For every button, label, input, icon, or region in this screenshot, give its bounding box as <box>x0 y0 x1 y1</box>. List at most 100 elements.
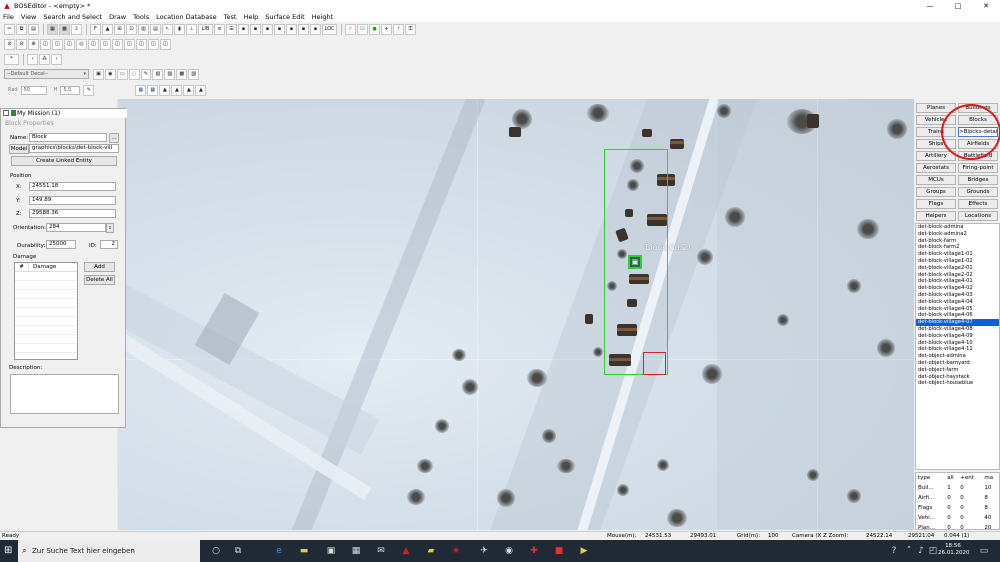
tool-icon-11[interactable]: ◫ <box>124 38 135 50</box>
name-input[interactable]: Block <box>29 133 107 142</box>
object-list-item[interactable]: det-block-village4-04 <box>916 299 999 306</box>
star-app-icon[interactable]: ★ <box>450 545 462 557</box>
object-list[interactable]: det-block-admina det-block-admina2 det-blo… <box>915 223 1000 470</box>
tool-icon-12[interactable]: ◫ <box>136 38 147 50</box>
category-effects[interactable]: Effects <box>958 199 998 209</box>
menu-file[interactable]: File <box>3 13 14 21</box>
menu-location-database[interactable]: Location Database <box>156 13 217 21</box>
pen-icon[interactable]: ✎ <box>83 84 95 96</box>
windows-start-icon[interactable]: ⊞ <box>4 545 16 557</box>
menu-surface-edit[interactable]: Surface Edit <box>265 13 304 21</box>
tool-icon-2[interactable]: ⊘ <box>16 38 27 50</box>
decal-icon-1[interactable]: ▣ <box>93 68 104 80</box>
task-view-icon[interactable]: ○ <box>210 545 222 557</box>
category-airfields[interactable]: Airfields <box>958 139 998 149</box>
category-bridges[interactable]: Bridges <box>958 175 998 185</box>
durability-input[interactable]: 25000 <box>46 240 76 249</box>
task-view-icon-2[interactable]: ⧉ <box>232 545 244 557</box>
menu-view[interactable]: View <box>21 13 36 21</box>
layers-icon[interactable]: ≡ <box>214 23 225 35</box>
file-explorer-icon[interactable]: ▬ <box>298 545 310 557</box>
list-icon[interactable]: ☰ <box>226 23 237 35</box>
height-icon-1[interactable]: ▦ <box>135 84 147 96</box>
brush-icon[interactable]: ✎ <box>140 68 152 80</box>
object-list-item[interactable]: det-block-village4-08 <box>916 326 999 333</box>
category-blocks[interactable]: Blocks <box>958 115 998 125</box>
rows-icon[interactable]: ▤ <box>150 23 161 35</box>
mcu-icon-1[interactable]: ▪ <box>238 23 249 35</box>
object-list-item[interactable]: det-block-village4-10 <box>916 340 999 347</box>
model-button[interactable]: Model <box>9 144 29 154</box>
object-list-item[interactable]: det-object-barnyard <box>916 360 999 367</box>
rad-input[interactable]: 50 <box>20 85 47 95</box>
key-icon[interactable]: ⚿ <box>405 23 416 35</box>
chevron-up-icon[interactable]: ˄ <box>903 545 915 557</box>
terrain-icon[interactable]: ▲ <box>102 23 113 35</box>
create-linked-entity-button[interactable]: Create Linked Entity <box>11 156 117 166</box>
menu-test[interactable]: Test <box>224 13 237 21</box>
delete-all-button[interactable]: Delete All <box>84 275 115 285</box>
map-viewport[interactable]: Block (Id:2) ▣ <box>117 99 914 530</box>
check-icon[interactable]: ✓ <box>345 23 356 35</box>
loc-button[interactable]: LOC <box>322 23 337 35</box>
decal-select[interactable]: --Default Decal-- <box>4 69 89 79</box>
mcu-icon-3[interactable]: ▪ <box>262 23 273 35</box>
font-icon[interactable]: F <box>90 23 101 35</box>
object-list-item[interactable]: det-block-village4-06 <box>916 312 999 319</box>
edge-icon[interactable]: e <box>273 545 285 557</box>
mcu-icon-4[interactable]: ▪ <box>274 23 285 35</box>
map-icon[interactable]: ▦ <box>47 23 58 35</box>
category-blocks-detail[interactable]: >Blocks-detail< <box>958 127 998 137</box>
decal-icon-6[interactable]: ▨ <box>164 68 176 80</box>
plus-icon[interactable]: + <box>381 23 392 35</box>
category-flags[interactable]: Flags <box>916 199 956 209</box>
tool-icon-8[interactable]: ◫ <box>88 38 99 50</box>
orientation-input[interactable]: 284 <box>46 223 106 232</box>
tool-icon-4[interactable]: ◫ <box>40 38 51 50</box>
tool-icon-14[interactable]: ◫ <box>160 38 171 50</box>
lock-icon[interactable]: ▮ <box>174 23 185 35</box>
object-list-item[interactable]: det-block-village1-02 <box>916 258 999 265</box>
app-icon-13[interactable]: ■ <box>553 545 565 557</box>
copy-icon[interactable]: ⧉ <box>16 23 27 35</box>
all-icon[interactable]: ⁂ <box>39 53 50 65</box>
name-browse-button[interactable]: … <box>109 133 119 143</box>
object-list-item[interactable]: det-block-village4-03 <box>916 292 999 299</box>
columns-icon[interactable]: ▥ <box>138 23 149 35</box>
height-icon-3[interactable]: ▲ <box>159 84 171 96</box>
decal-icon-7[interactable]: ▩ <box>176 68 188 80</box>
cut-icon[interactable]: ✂ <box>4 23 15 35</box>
app-icon-4[interactable]: ▦ <box>350 545 362 557</box>
object-list-item[interactable]: det-block-village2-02 <box>916 272 999 279</box>
pointer-icon[interactable]: ↖ <box>162 23 173 35</box>
mcu-icon-7[interactable]: ▪ <box>310 23 321 35</box>
lib-button[interactable]: LIB <box>198 23 213 35</box>
object-list-item[interactable]: det-object-haystack <box>916 374 999 381</box>
object-list-item[interactable]: det-block-village4-07 <box>916 319 999 326</box>
object-list-item[interactable]: det-block-village4-01 <box>916 278 999 285</box>
expand-box-icon[interactable] <box>3 110 9 116</box>
category-firing-point[interactable]: Firing-point <box>958 163 998 173</box>
mcu-icon-6[interactable]: ▪ <box>298 23 309 35</box>
object-list-item[interactable]: det-block-village2-01 <box>916 265 999 272</box>
tool-icon-7[interactable]: ◎ <box>76 38 87 50</box>
y-input[interactable]: 149.89 <box>29 196 116 205</box>
back-icon[interactable]: ‹ <box>27 53 38 65</box>
category-artillery[interactable]: Artillery <box>916 151 956 161</box>
x-input[interactable]: 24551.18 <box>29 182 116 191</box>
block-icon[interactable]: ▣ <box>628 255 642 269</box>
object-list-item[interactable]: det-block-village1-01 <box>916 251 999 258</box>
frame-icon[interactable]: ⊡ <box>126 23 137 35</box>
object-list-item[interactable]: det-block-farm2 <box>916 244 999 251</box>
select-icon[interactable]: ⊞ <box>114 23 125 35</box>
tool-icon-3[interactable]: ⊕ <box>28 38 39 50</box>
app-icon-14[interactable]: ▶ <box>578 545 590 557</box>
category-mcus[interactable]: MCUs <box>916 175 956 185</box>
sticky-notes-icon[interactable]: ▰ <box>425 545 437 557</box>
object-list-item[interactable]: det-block-admina <box>916 224 999 231</box>
mission-tree-header[interactable]: My Mission (1) <box>1 109 127 118</box>
dot-icon[interactable]: ● <box>369 23 380 35</box>
tool-icon-9[interactable]: ◫ <box>100 38 111 50</box>
mcu-icon-5[interactable]: ▪ <box>286 23 297 35</box>
z-input[interactable]: 29588.36 <box>29 209 116 218</box>
